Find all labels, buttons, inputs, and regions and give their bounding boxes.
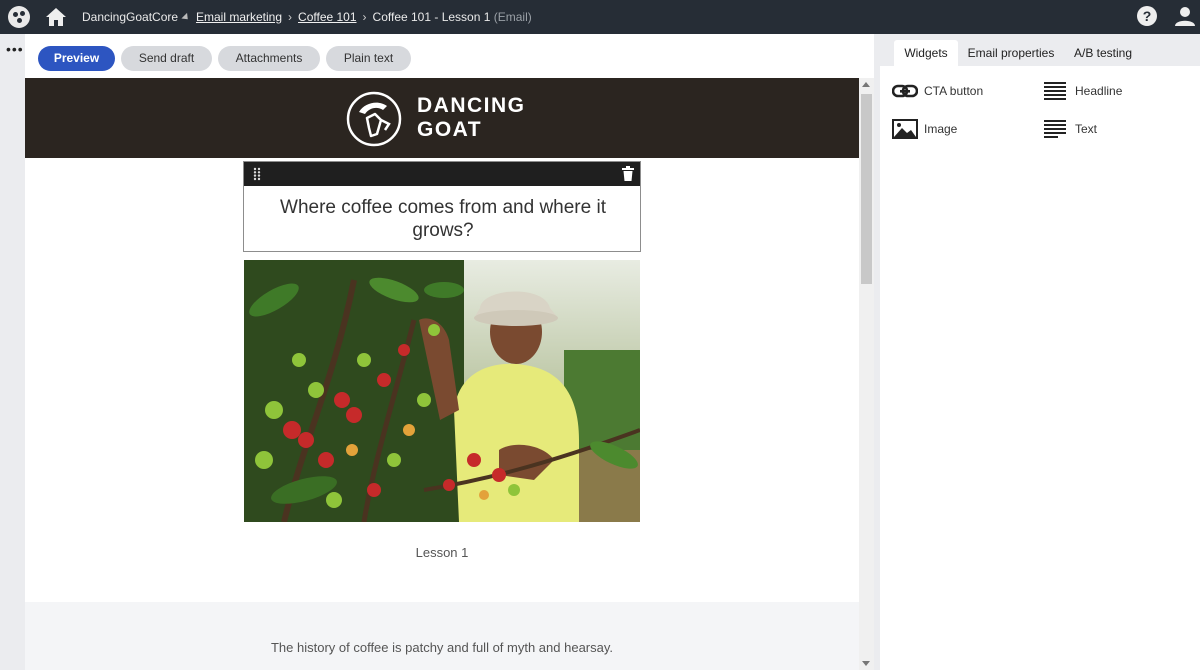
breadcrumb-coffee-101[interactable]: Coffee 101 xyxy=(298,10,357,24)
user-icon[interactable] xyxy=(1174,5,1196,27)
site-selector[interactable]: DancingGoatCore xyxy=(82,10,191,24)
panel-tabs: Widgets Email properties A/B testing xyxy=(880,34,1200,66)
goat-logo-icon xyxy=(346,91,402,147)
plain-text-button[interactable]: Plain text xyxy=(326,46,411,71)
headline-widget[interactable]: Where coffee comes from and where it gro… xyxy=(243,161,641,252)
preview-button[interactable]: Preview xyxy=(38,46,115,71)
text-icon xyxy=(1044,120,1066,138)
widget-label: Headline xyxy=(1075,84,1123,98)
properties-panel: Widgets Email properties A/B testing CTA… xyxy=(880,34,1200,670)
widget-label: Text xyxy=(1075,122,1098,136)
send-draft-button[interactable]: Send draft xyxy=(121,46,212,71)
left-rail: ••• xyxy=(0,34,25,670)
body-section-background xyxy=(25,602,859,670)
widget-label: Image xyxy=(924,122,958,136)
breadcrumb-current: Coffee 101 - Lesson 1 xyxy=(372,10,491,24)
headline-icon xyxy=(1044,82,1066,100)
email-headline[interactable]: Where coffee comes from and where it gro… xyxy=(254,196,632,242)
editor-toolbar: Preview Send draft Attachments Plain tex… xyxy=(25,34,880,78)
canvas-scrollbar[interactable] xyxy=(859,78,874,670)
scroll-thumb[interactable] xyxy=(861,94,872,284)
help-icon[interactable]: ? xyxy=(1137,6,1157,26)
tab-ab-testing[interactable]: A/B testing xyxy=(1068,40,1138,66)
coffee-farmer-image[interactable] xyxy=(244,260,640,522)
breadcrumb-email-marketing[interactable]: Email marketing xyxy=(196,10,282,24)
app-menu-icon[interactable] xyxy=(8,6,30,28)
tab-widgets[interactable]: Widgets xyxy=(894,40,958,66)
widget-image[interactable]: Image xyxy=(892,117,1032,141)
scroll-up-icon[interactable] xyxy=(862,82,870,87)
widget-text[interactable]: Text xyxy=(1043,117,1183,141)
dancing-goat-logo: DANCING GOAT xyxy=(345,90,545,148)
widget-toolbar xyxy=(244,162,640,186)
scroll-down-icon[interactable] xyxy=(862,661,870,666)
top-bar: DancingGoatCore Email marketing › Coffee 1… xyxy=(0,0,1200,34)
chevron-right-icon: › xyxy=(288,10,293,24)
more-options-icon[interactable]: ••• xyxy=(6,42,24,56)
trash-icon[interactable] xyxy=(622,166,634,181)
site-caret-icon xyxy=(181,12,191,23)
logo-wordmark: DANCING GOAT xyxy=(417,94,526,141)
breadcrumb: Email marketing › Coffee 101 › Coffee 101 - … xyxy=(196,10,532,24)
image-icon xyxy=(892,119,918,139)
email-canvas: DANCING GOAT Where coffee comes from and… xyxy=(25,78,859,670)
email-body-text[interactable]: The history of coffee is patchy and full… xyxy=(25,640,859,655)
site-name: DancingGoatCore xyxy=(82,10,179,24)
widget-label: CTA button xyxy=(924,84,984,98)
widget-headline[interactable]: Headline xyxy=(1043,79,1183,103)
drag-handle-icon[interactable] xyxy=(253,167,261,181)
link-icon xyxy=(892,84,918,98)
email-header: DANCING GOAT xyxy=(25,78,859,158)
home-icon[interactable] xyxy=(45,6,67,28)
tab-email-properties[interactable]: Email properties xyxy=(966,40,1056,66)
breadcrumb-type: (Email) xyxy=(493,10,532,24)
image-caption[interactable]: Lesson 1 xyxy=(244,545,640,560)
chevron-right-icon: › xyxy=(362,10,367,24)
widget-cta-button[interactable]: CTA button xyxy=(892,79,1032,103)
attachments-button[interactable]: Attachments xyxy=(218,46,320,71)
